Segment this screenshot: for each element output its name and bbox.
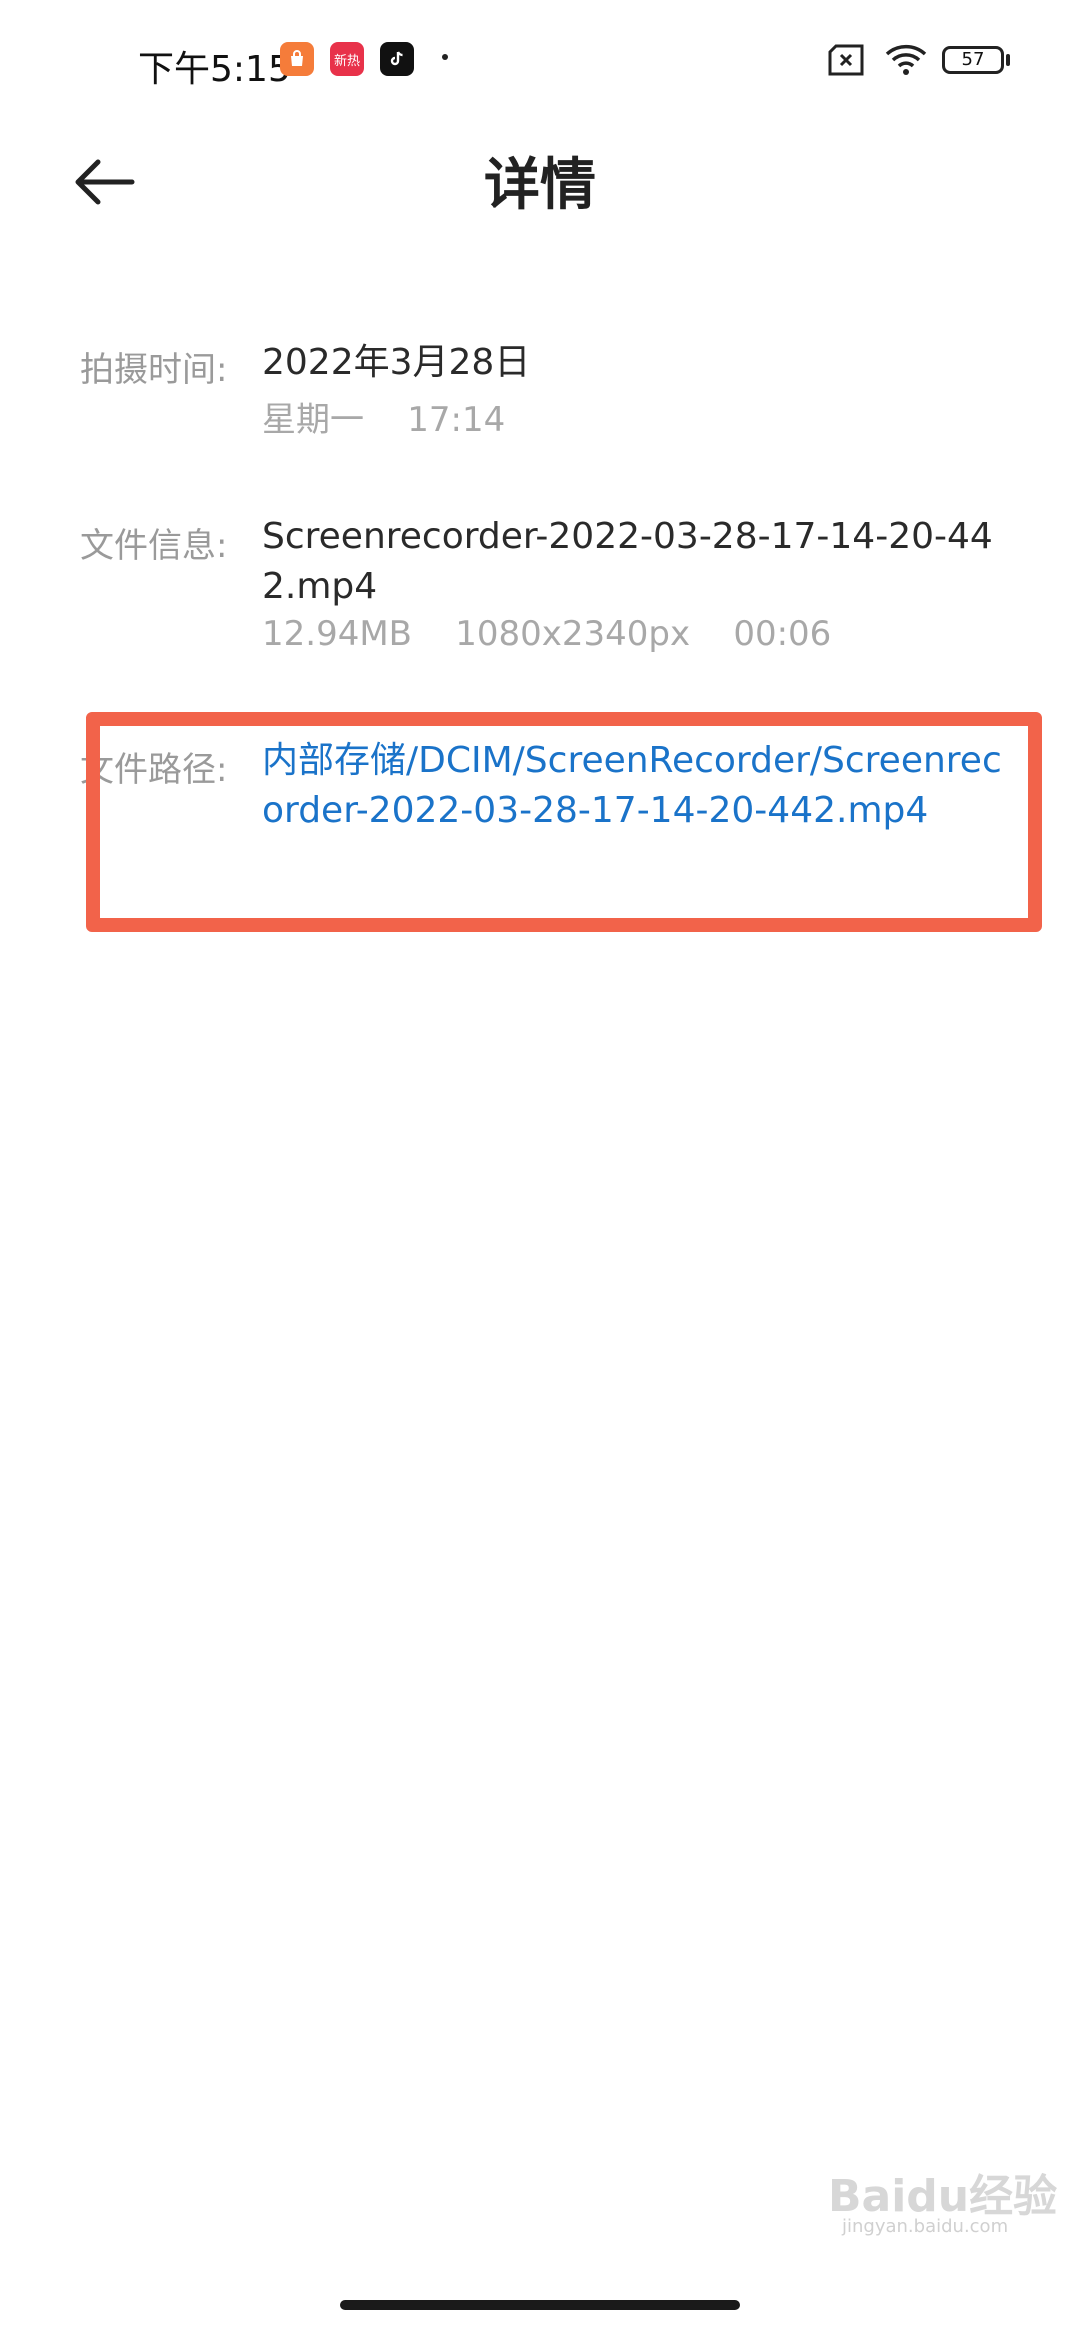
shopping-bag-icon xyxy=(280,42,314,76)
file-info-label: 文件信息: xyxy=(80,526,228,566)
baidu-watermark: Baidu经验 xyxy=(828,2171,1058,2222)
status-time: 下午5:15 xyxy=(138,49,291,90)
highlight-annotation xyxy=(86,712,1042,932)
capture-time-label: 拍摄时间: xyxy=(80,350,228,390)
baidu-watermark-url: jingyan.baidu.com xyxy=(842,2216,1009,2237)
page-title: 详情 xyxy=(484,153,596,218)
file-meta: 12.94MB 1080x2340px 00:06 xyxy=(262,614,832,654)
file-name: Screenrecorder-2022-03-28-17-14-20-442.m… xyxy=(262,516,993,607)
battery-indicator: 57 xyxy=(942,46,1004,74)
home-indicator[interactable] xyxy=(340,2300,740,2310)
no-sim-icon xyxy=(826,44,866,80)
capture-weekday-time: 星期一 17:14 xyxy=(262,400,506,440)
tiktok-icon xyxy=(380,42,414,76)
notification-dot-icon xyxy=(442,54,448,60)
wifi-icon xyxy=(884,42,928,80)
news-icon: 新热 xyxy=(330,42,364,76)
battery-nub xyxy=(1006,54,1010,66)
capture-date: 2022年3月28日 xyxy=(262,342,531,383)
status-bar: 下午5:15 新热 57 xyxy=(0,0,1080,120)
